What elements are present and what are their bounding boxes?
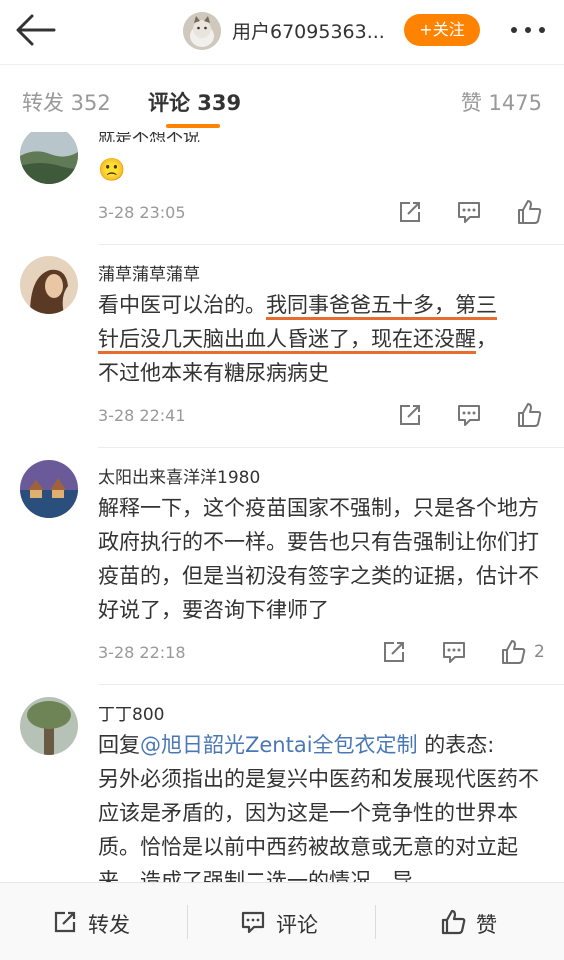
author-avatar[interactable] bbox=[183, 12, 221, 50]
emoji-sad-icon: 🙁 bbox=[98, 158, 126, 183]
reply-suffix: 的表态: bbox=[417, 733, 495, 757]
comment-text: 看中医可以治的。我同事爸爸五十多，第三 针后没几天脑出血人昏迷了，现在还没醒， … bbox=[98, 288, 548, 390]
tab-repost[interactable]: 转发 352 bbox=[22, 87, 111, 117]
comment-text: 解释一下，这个疫苗国家不强制，只是各个地方政府执行的不一样。要告也只有告强制让你… bbox=[98, 496, 539, 622]
highlighted-text: 针后没几天脑出血人昏迷了，现在还没醒 bbox=[98, 327, 476, 354]
comment-username[interactable]: 太阳出来喜洋洋1980 bbox=[98, 463, 260, 488]
comment-item: 太阳出来喜洋洋1980 解释一下，这个疫苗国家不强制，只是各个地方政府执行的不一… bbox=[0, 447, 564, 692]
reply-icon[interactable] bbox=[440, 638, 468, 666]
highlighted-text: 我同事爸爸五十多，第三 bbox=[266, 293, 497, 320]
more-options-icon[interactable] bbox=[508, 18, 548, 42]
like-button[interactable]: 赞 bbox=[376, 883, 564, 960]
comment-item: 蒲草蒲草蒲草 看中医可以治的。我同事爸爸五十多，第三 针后没几天脑出血人昏迷了，… bbox=[0, 244, 564, 456]
follow-button[interactable]: +关注 bbox=[404, 14, 480, 46]
comment-icon bbox=[240, 909, 266, 935]
repost-icon[interactable] bbox=[396, 198, 424, 226]
tab-like[interactable]: 赞 1475 bbox=[461, 87, 542, 117]
reply-prefix: 回复 bbox=[98, 733, 140, 757]
comment-text-part: 另外必须指出的是复兴中医药和发展现代医药不应该是矛盾的，因为这是一个竞争性的世界… bbox=[98, 767, 539, 882]
tab-comment[interactable]: 评论 339 bbox=[148, 87, 241, 117]
comment-time: 3-28 23:05 bbox=[98, 203, 186, 222]
active-tab-indicator bbox=[166, 124, 220, 128]
repost-icon bbox=[52, 909, 78, 935]
comment-list[interactable]: 就是不想不说 🙁 3-28 23:05 蒲草蒲草蒲草 看中医可以治的。我同事爸爸… bbox=[0, 132, 564, 882]
avatar[interactable] bbox=[20, 697, 78, 755]
comment-username[interactable]: 丁丁800 bbox=[98, 700, 164, 725]
repost-button[interactable]: 转发 bbox=[0, 883, 188, 960]
reply-icon[interactable] bbox=[455, 401, 483, 429]
like-icon[interactable] bbox=[515, 401, 543, 429]
comment-button[interactable]: 评论 bbox=[188, 883, 376, 960]
comment-text: 就是不想不说 bbox=[98, 132, 200, 142]
back-arrow-icon[interactable] bbox=[14, 12, 58, 48]
comment-label: 评论 bbox=[276, 913, 318, 937]
comment-text: 回复@旭日韶光Zentai全包衣定制 的表态: 另外必须指出的是复兴中医药和发展… bbox=[98, 728, 550, 882]
comment-text-part: ， bbox=[476, 327, 497, 351]
comment-username[interactable]: 蒲草蒲草蒲草 bbox=[98, 260, 200, 285]
like-icon[interactable] bbox=[515, 198, 543, 226]
comment-text-part: 看中医可以治的。 bbox=[98, 293, 266, 317]
comment-text-part: 不过他本来有糖尿病病史 bbox=[98, 361, 329, 385]
comment-item: 丁丁800 回复@旭日韶光Zentai全包衣定制 的表态: 另外必须指出的是复兴… bbox=[0, 684, 564, 882]
tab-bar: 转发 352 评论 339 赞 1475 bbox=[0, 64, 564, 132]
repost-label: 转发 bbox=[88, 913, 130, 937]
author-username[interactable]: 用户67095363... bbox=[232, 17, 385, 44]
reply-icon[interactable] bbox=[455, 198, 483, 226]
top-bar: 用户67095363... +关注 bbox=[0, 0, 564, 64]
comment-time: 3-28 22:18 bbox=[98, 643, 186, 662]
like-label: 赞 bbox=[476, 913, 497, 937]
comment-item: 就是不想不说 🙁 3-28 23:05 bbox=[0, 132, 564, 252]
comment-time: 3-28 22:41 bbox=[98, 406, 186, 425]
like-count: 2 bbox=[534, 642, 545, 662]
bottom-action-bar: 转发 评论 赞 bbox=[0, 882, 564, 960]
avatar[interactable] bbox=[20, 256, 78, 314]
like-icon bbox=[440, 909, 466, 935]
mention-link[interactable]: @旭日韶光Zentai全包衣定制 bbox=[140, 733, 418, 757]
repost-icon[interactable] bbox=[396, 401, 424, 429]
like-icon[interactable] bbox=[499, 638, 527, 666]
avatar[interactable] bbox=[20, 132, 78, 184]
repost-icon[interactable] bbox=[380, 638, 408, 666]
avatar[interactable] bbox=[20, 460, 78, 518]
